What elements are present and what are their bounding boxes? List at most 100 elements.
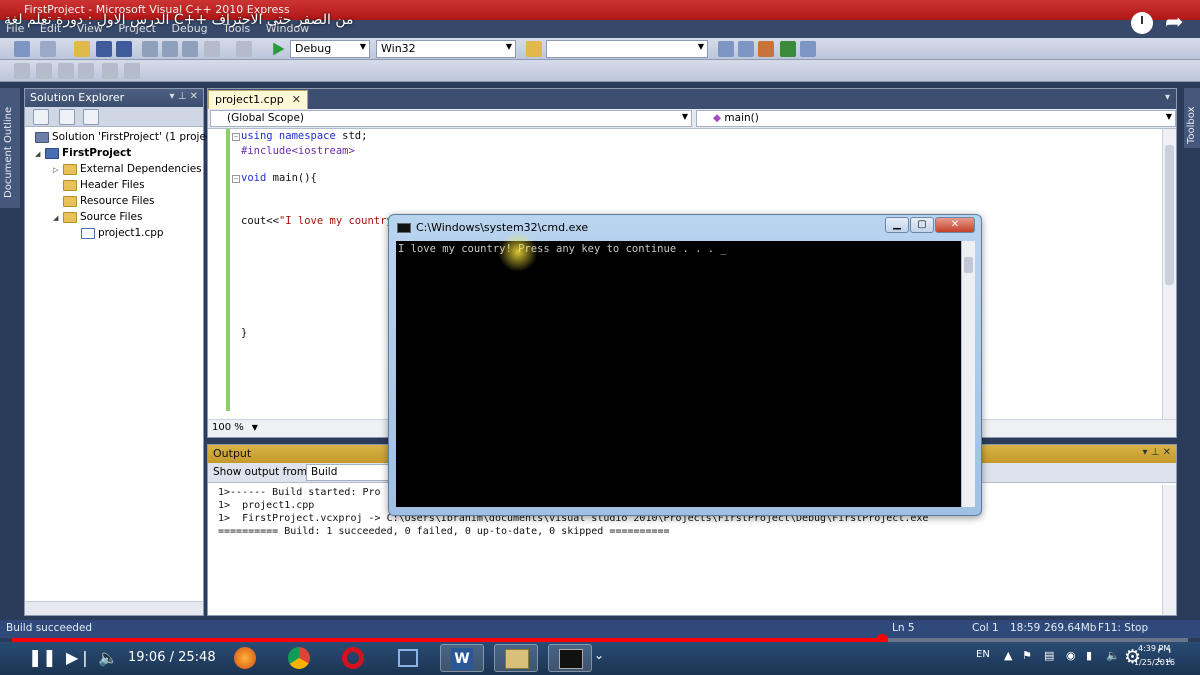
solution-explorer-icon[interactable] xyxy=(718,41,734,57)
collapse-icon[interactable]: − xyxy=(232,175,240,183)
copy-icon[interactable] xyxy=(162,41,178,57)
cmd-title: C:\Windows\system32\cmd.exe xyxy=(416,221,589,234)
properties-icon[interactable] xyxy=(738,41,754,57)
pause-icon[interactable]: ❚❚ xyxy=(28,648,57,668)
tree-item-project[interactable]: ◢ FirstProject xyxy=(25,145,203,161)
status-memory: 269.64Mb xyxy=(1044,622,1097,634)
cmd-icon xyxy=(559,649,583,669)
volume-icon[interactable]: 🔈 xyxy=(98,648,118,667)
save-all-icon[interactable] xyxy=(116,41,132,57)
tray-network-icon[interactable]: ▤ xyxy=(1044,649,1054,662)
taskbar-firefox[interactable] xyxy=(224,644,268,672)
standard-toolbar: Debug ▼ Win32 ▼ ▼ xyxy=(0,38,1200,60)
open-file-icon[interactable] xyxy=(74,41,90,57)
settings-gear-icon[interactable]: ⚙ xyxy=(1124,646,1141,668)
folder-icon xyxy=(63,179,77,191)
collapse-icon[interactable]: ◢ xyxy=(53,210,63,226)
cut-icon[interactable] xyxy=(142,41,158,57)
tree-item-header-files[interactable]: Header Files xyxy=(25,177,203,193)
taskbar-chrome[interactable] xyxy=(278,644,322,672)
tray-security-icon[interactable]: ◉ xyxy=(1066,649,1076,662)
tray-arrow-icon[interactable]: ▲ xyxy=(1004,649,1012,662)
next-bookmark-icon[interactable] xyxy=(124,63,140,79)
show-output-label: Show output from: xyxy=(213,466,311,478)
close-button[interactable]: ✕ xyxy=(935,217,975,233)
tray-flag-icon[interactable]: ⚑ xyxy=(1022,649,1032,662)
zoom-level[interactable]: 100 % xyxy=(212,422,244,433)
document-outline-label: Document Outline xyxy=(3,106,14,198)
pin-icon[interactable]: ▾ ⊥ ✕ xyxy=(1143,447,1171,458)
member-select[interactable]: ◆ main() ▼ xyxy=(696,110,1176,127)
tray-volume-icon[interactable]: 🔈 xyxy=(1106,649,1120,662)
collapse-icon[interactable]: ◢ xyxy=(35,146,45,162)
configuration-select[interactable]: Debug ▼ xyxy=(290,40,370,58)
tree-item-project1-cpp[interactable]: project1.cpp xyxy=(25,225,203,241)
outdent-icon[interactable] xyxy=(78,63,94,79)
uncomment-icon[interactable] xyxy=(36,63,52,79)
tree-item-label: External Dependencies xyxy=(80,163,202,175)
refresh-icon[interactable] xyxy=(83,109,99,125)
solution-explorer-toolbar xyxy=(25,107,203,127)
start-page-icon[interactable] xyxy=(780,41,796,57)
share-icon[interactable]: ➦ xyxy=(1165,10,1183,35)
chevron-down-icon[interactable]: ⌄ xyxy=(594,648,604,662)
tree-item-resource-files[interactable]: Resource Files xyxy=(25,193,203,209)
input-language[interactable]: EN xyxy=(976,649,990,660)
status-column: Col 1 xyxy=(972,622,999,634)
horizontal-scrollbar[interactable] xyxy=(25,601,203,615)
maximize-button[interactable]: ▢ xyxy=(910,217,934,233)
find-combo[interactable]: ▼ xyxy=(546,40,708,58)
tree-item-label: project1.cpp xyxy=(98,227,164,239)
watch-later-icon[interactable] xyxy=(1131,12,1153,34)
paste-icon[interactable] xyxy=(182,41,198,57)
toolbox-tab[interactable]: Toolbox xyxy=(1184,88,1200,148)
editor-vertical-scrollbar[interactable] xyxy=(1162,129,1176,419)
scrollbar-thumb[interactable] xyxy=(1165,145,1174,285)
document-outline-tab[interactable]: Document Outline xyxy=(0,88,20,208)
tab-dropdown-icon[interactable]: ▾ xyxy=(1165,92,1170,103)
save-icon[interactable] xyxy=(96,41,112,57)
comment-icon[interactable] xyxy=(14,63,30,79)
player-controls-bar: ❚❚ ▶❘ 🔈 19:06 / 25:48 W ⌄ EN ▲ ⚑ ▤ ◉ ▮ 🔈… xyxy=(0,642,1200,675)
platform-select[interactable]: Win32 ▼ xyxy=(376,40,516,58)
taskbar-visual-studio[interactable] xyxy=(494,644,538,672)
bookmark-icon[interactable] xyxy=(102,63,118,79)
scrollbar-thumb[interactable] xyxy=(964,257,973,273)
tree-item-external-dependencies[interactable]: ▷ External Dependencies xyxy=(25,161,203,177)
scope-select[interactable]: (Global Scope) ▼ xyxy=(210,110,692,127)
expand-icon[interactable]: ▷ xyxy=(53,162,63,178)
status-line: Ln 5 xyxy=(892,622,915,634)
minimize-button[interactable]: ▁ xyxy=(885,217,909,233)
time-separator: / xyxy=(165,650,179,665)
redo-icon[interactable] xyxy=(236,41,252,57)
taskbar-word[interactable]: W xyxy=(440,644,484,672)
undo-icon[interactable] xyxy=(204,41,220,57)
toolbox-icon[interactable] xyxy=(758,41,774,57)
chevron-down-icon[interactable]: ▼ xyxy=(252,423,258,432)
close-icon[interactable]: ✕ xyxy=(292,93,301,106)
console-output-area[interactable]: I love my country! Press any key to cont… xyxy=(396,241,961,507)
taskbar-cmd[interactable] xyxy=(548,644,592,672)
extension-icon[interactable] xyxy=(800,41,816,57)
indent-icon[interactable] xyxy=(58,63,74,79)
cmd-vertical-scrollbar[interactable] xyxy=(961,241,975,507)
pin-icon[interactable]: ▾ ⊥ ✕ xyxy=(170,91,198,102)
tree-item-solution[interactable]: Solution 'FirstProject' (1 project xyxy=(25,129,216,145)
output-vertical-scrollbar[interactable] xyxy=(1162,485,1176,615)
cmd-window[interactable]: C:\Windows\system32\cmd.exe ▁ ▢ ✕ I love m… xyxy=(388,214,982,516)
tab-project1-cpp[interactable]: project1.cpp ✕ xyxy=(208,90,308,109)
taskbar-screen-capture[interactable] xyxy=(386,644,430,672)
taskbar-opera[interactable] xyxy=(332,644,376,672)
tree-item-source-files[interactable]: ◢ Source Files xyxy=(25,209,203,225)
add-item-icon[interactable] xyxy=(40,41,56,57)
show-all-files-icon[interactable] xyxy=(59,109,75,125)
next-icon[interactable]: ▶❘ xyxy=(66,648,92,667)
find-in-files-icon[interactable] xyxy=(526,41,542,57)
exit-fullscreen-icon[interactable]: ⛶ xyxy=(1158,646,1171,667)
properties-icon[interactable] xyxy=(33,109,49,125)
video-title[interactable]: من الصفر حتى الاحتراف ++C الدرس الاول : … xyxy=(4,12,354,28)
collapse-icon[interactable]: − xyxy=(232,133,240,141)
new-project-icon[interactable] xyxy=(14,41,30,57)
tray-battery-icon[interactable]: ▮ xyxy=(1086,649,1092,662)
start-debugging-icon[interactable] xyxy=(273,42,285,56)
